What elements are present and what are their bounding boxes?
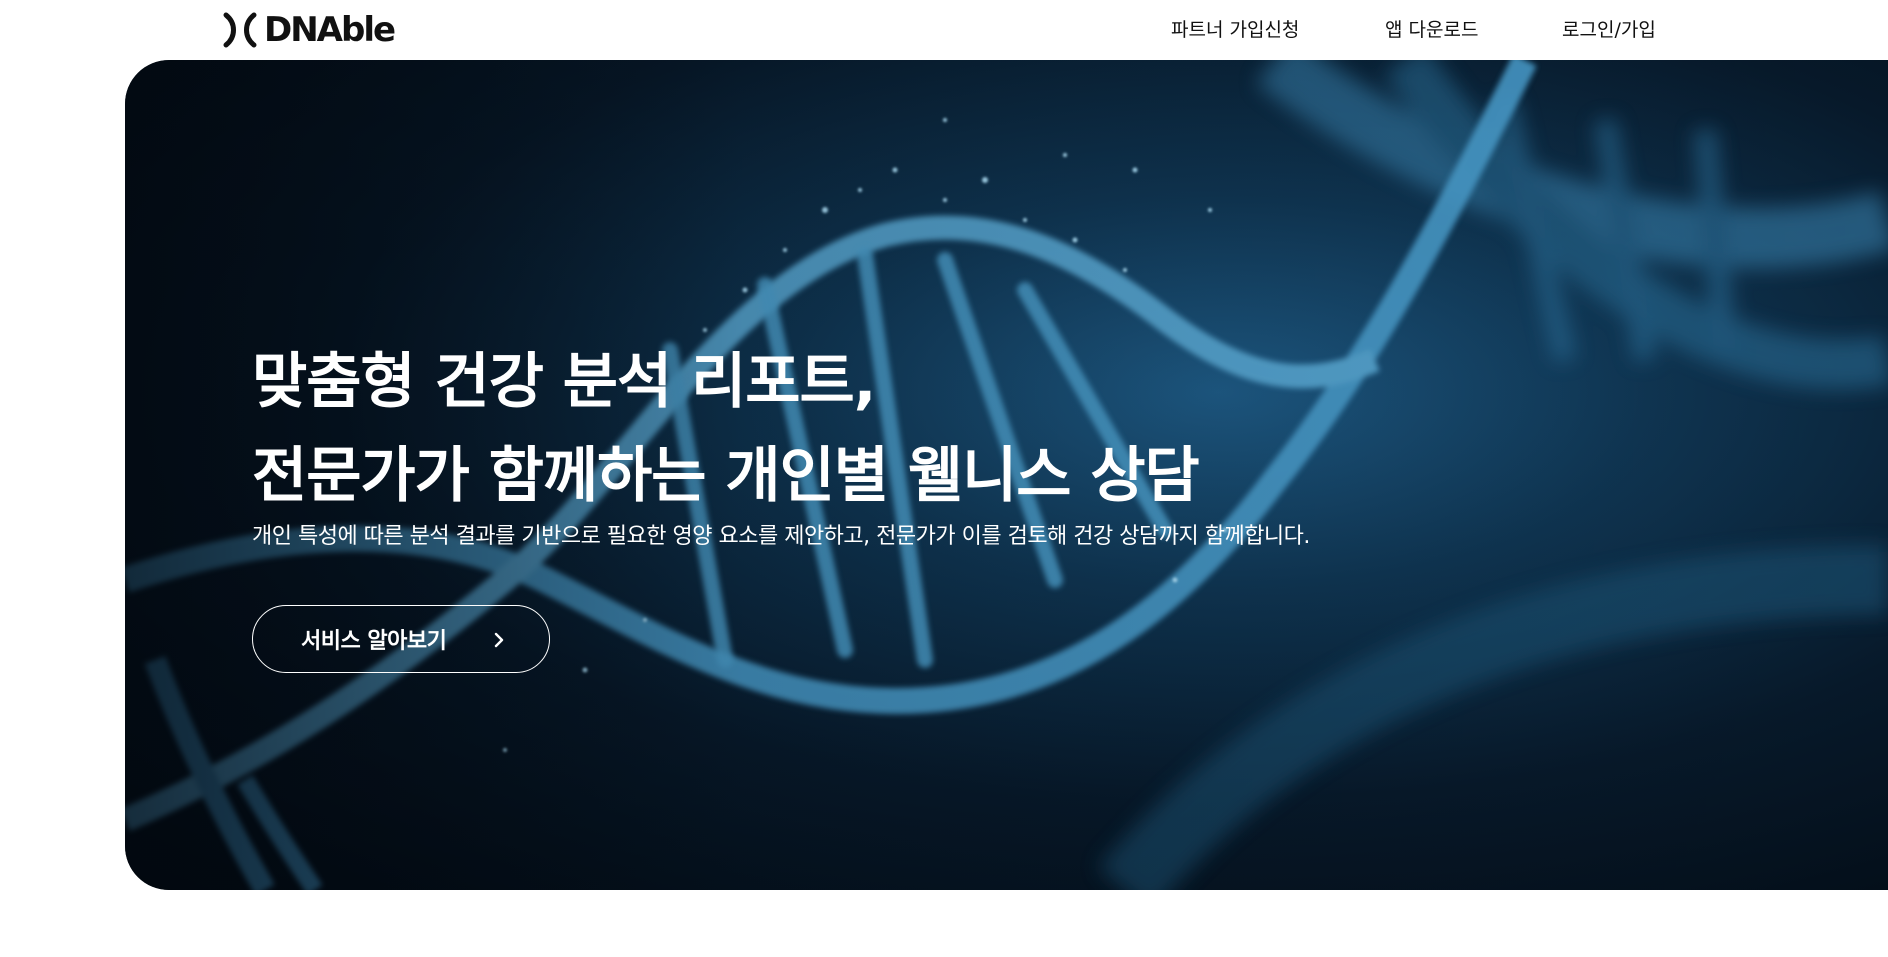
hero-banner: 맞춤형 건강 분석 리포트, 전문가가 함께하는 개인별 웰니스 상담 개인 특성… [125,60,1888,890]
dnable-logo[interactable]: DNAble [222,10,396,50]
hero-subtitle: 개인 특성에 따른 분석 결과를 기반으로 필요한 영양 요소를 제안하고, 전… [252,524,1310,549]
learn-service-label: 서비스 알아보기 [301,629,447,654]
main-nav: 파트너 가입신청 앱 다운로드 로그인/가입 [1130,0,1690,60]
top-navigation-bar: DNAble 파트너 가입신청 앱 다운로드 로그인/가입 [0,0,1888,60]
nav-app-download[interactable]: 앱 다운로드 [1385,17,1478,43]
hero-title-line-2: 전문가가 함께하는 개인별 웰니스 상담 [252,441,1200,511]
learn-service-button[interactable]: 서비스 알아보기 [252,605,550,673]
hero-title-line-1: 맞춤형 건강 분석 리포트, [252,347,876,417]
logo-mark-icon [223,12,257,48]
chevron-right-icon [494,632,504,648]
nav-login-signup[interactable]: 로그인/가입 [1562,17,1656,43]
nav-partner-signup[interactable]: 파트너 가입신청 [1171,17,1299,43]
logo-wordmark: DNAble [264,10,396,50]
hero-title: 맞춤형 건강 분석 리포트, 전문가가 함께하는 개인별 웰니스 상담 [252,335,1200,523]
